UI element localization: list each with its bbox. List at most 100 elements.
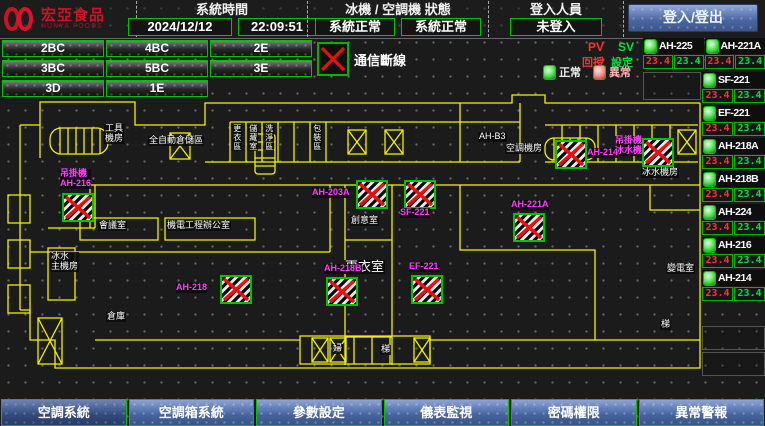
sv-value: 23.4 (734, 89, 765, 103)
nav-button-儀表監視[interactable]: 儀表監視 (384, 399, 510, 426)
unit-label-吊掛機-AH-216: 吊掛機 AH-216 (60, 169, 91, 189)
equipment-button-EF-221[interactable]: EF-221 (702, 105, 765, 121)
status-lamp-icon (703, 238, 716, 253)
offline-x-icon (413, 277, 441, 302)
login-status: 未登入 (510, 18, 602, 36)
hmi-screen: 宏亞食品 HUNYA FOODS 系統時間 2024/12/12 22:09:5… (0, 0, 765, 426)
equipment-button-AH-218B[interactable]: AH-218B (702, 171, 765, 187)
room-label: 冰水 主機房 (50, 252, 79, 272)
ahu-offline-unit-AH-203A[interactable] (356, 180, 388, 209)
chiller-status: 系統正常 (315, 18, 395, 36)
ahu-offline-unit-AH-218B[interactable] (326, 277, 358, 306)
equipment-button-AH-221A[interactable]: AH-221A (705, 38, 765, 54)
room-label: 全自動倉儲區 (148, 136, 204, 146)
equipment-card-AH-216: AH-21623.423.4 (702, 237, 765, 268)
ahu-status: 系統正常 (401, 18, 481, 36)
ahu-offline-unit-AH-221A[interactable] (513, 213, 545, 242)
equipment-button-AH-224[interactable]: AH-224 (702, 204, 765, 220)
unit-label-SF-221: SF-221 (400, 208, 430, 218)
equipment-button-AH-214[interactable]: AH-214 (702, 270, 765, 286)
status-lamp-icon (706, 39, 719, 54)
equipment-button-AH-225[interactable]: AH-225 (643, 38, 704, 54)
login-section: 登入人員 未登入 (489, 0, 623, 38)
empty-slot (702, 352, 765, 376)
status-lamp-icon (703, 205, 716, 220)
room-label: 洗淨區 (263, 124, 274, 151)
abnormal-lamp-icon (593, 65, 606, 80)
sv-value: 23.4 (734, 188, 765, 202)
pv-value: 23.4 (702, 221, 733, 235)
equipment-panel: AH-22523.423.4AH-221A23.423.4 SF-22123.4… (643, 38, 765, 398)
nav-button-密碼權限[interactable]: 密碼權限 (511, 399, 637, 426)
nav-button-空調箱系統[interactable]: 空調箱系統 (129, 399, 255, 426)
zone-button-2E[interactable]: 2E (210, 40, 312, 57)
abnormal-label: 異常 (609, 64, 631, 80)
bottom-nav-bar: 空調系統空調箱系統參數設定儀表監視密碼權限異常警報 (0, 399, 765, 426)
equipment-name: AH-224 (718, 206, 751, 218)
status-lamp-icon (703, 172, 716, 187)
sv-value: 23.4 (734, 155, 765, 169)
status-lamp-icon (703, 271, 716, 286)
pv-value: 23.4 (702, 254, 733, 268)
machine-status-section: 冰機 / 空調機 狀態 系統正常 系統正常 (308, 0, 488, 38)
pv-label: PV (588, 40, 604, 54)
offline-x-icon (358, 182, 386, 207)
zone-button-grid: 2BC4BC2E3BC5BC3E3D1E (2, 40, 314, 100)
zone-button-3E[interactable]: 3E (210, 60, 312, 77)
room-label: AH-B3 (478, 132, 507, 142)
logo-title: 宏亞食品 (41, 8, 105, 23)
zone-button-5BC[interactable]: 5BC (106, 60, 208, 77)
equipment-card-AH-218B: AH-218B 23.423.4 (702, 171, 765, 202)
offline-x-icon (64, 195, 92, 220)
equipment-name: AH-218B (718, 173, 758, 185)
pv-value: 23.4 (702, 188, 733, 202)
nav-button-參數設定[interactable]: 參數設定 (256, 399, 382, 426)
ahu-offline-unit-吊掛機-AH-216[interactable] (62, 193, 94, 222)
ahu-offline-unit-AH-218[interactable] (220, 275, 252, 304)
unit-label-AH-203A: AH-203A (312, 188, 350, 198)
logo-subtitle: HUNYA FOODS (41, 23, 105, 30)
unit-label: 吊掛機 冰水機 (615, 136, 642, 156)
ahu-offline-unit[interactable] (642, 138, 674, 167)
unit-label-AH-218B: AH-218B (324, 264, 362, 274)
machine-status-label: 冰機 / 空調機 狀態 (345, 1, 450, 18)
comm-status-label: 通信斷線 (354, 50, 406, 69)
equipment-button-AH-218A[interactable]: AH-218A (702, 138, 765, 154)
login-label: 登入人員 (530, 1, 582, 18)
ahu-offline-unit-SF-221[interactable] (404, 180, 436, 209)
pv-value: 23.4 (702, 89, 733, 103)
nav-button-空調系統[interactable]: 空調系統 (1, 399, 127, 426)
login-logout-button[interactable]: 登入/登出 (628, 4, 758, 32)
nav-button-異常警報[interactable]: 異常警報 (639, 399, 765, 426)
zone-button-3BC[interactable]: 3BC (2, 60, 104, 77)
ahu-offline-unit-EF-221[interactable] (411, 275, 443, 304)
equipment-card-AH-225: AH-22523.423.4 (643, 38, 704, 69)
status-lamp-icon (703, 106, 716, 121)
room-label: 空調機房 (505, 144, 543, 154)
status-lamp-icon (703, 139, 716, 154)
ahu-offline-unit-AH-214[interactable] (555, 140, 587, 169)
zone-button-4BC[interactable]: 4BC (106, 40, 208, 57)
room-label: 梯 (380, 345, 391, 355)
room-label: 會議室 (98, 221, 127, 231)
unit-label-AH-214: AH-214 (587, 148, 618, 158)
system-time-section: 系統時間 2024/12/12 22:09:51 (137, 0, 307, 38)
zone-button-2BC[interactable]: 2BC (2, 40, 104, 57)
equipment-name: EF-221 (718, 107, 749, 119)
unit-label-EF-221: EF-221 (409, 262, 439, 272)
equipment-button-AH-216[interactable]: AH-216 (702, 237, 765, 253)
offline-x-icon (515, 215, 543, 240)
room-label: 儲藏室 (247, 124, 258, 151)
room-label: 變電室 (666, 264, 695, 274)
sv-value: 23.4 (735, 55, 765, 69)
room-label: 梯 (660, 320, 671, 330)
company-logo: 宏亞食品 HUNYA FOODS (0, 0, 136, 38)
equipment-card-SF-221: SF-22123.423.4 (702, 72, 765, 103)
equipment-card-AH-221A: AH-221A23.423.4 (705, 38, 765, 69)
equipment-card-AH-214: AH-21423.423.4 (702, 270, 765, 301)
header-bar: 宏亞食品 HUNYA FOODS 系統時間 2024/12/12 22:09:5… (0, 0, 765, 39)
equipment-list: SF-22123.423.4EF-22123.423.4AH-218A23.42… (702, 72, 765, 303)
logo-icon (4, 5, 38, 33)
room-label: 倉庫 (106, 312, 126, 322)
equipment-button-SF-221[interactable]: SF-221 (702, 72, 765, 88)
